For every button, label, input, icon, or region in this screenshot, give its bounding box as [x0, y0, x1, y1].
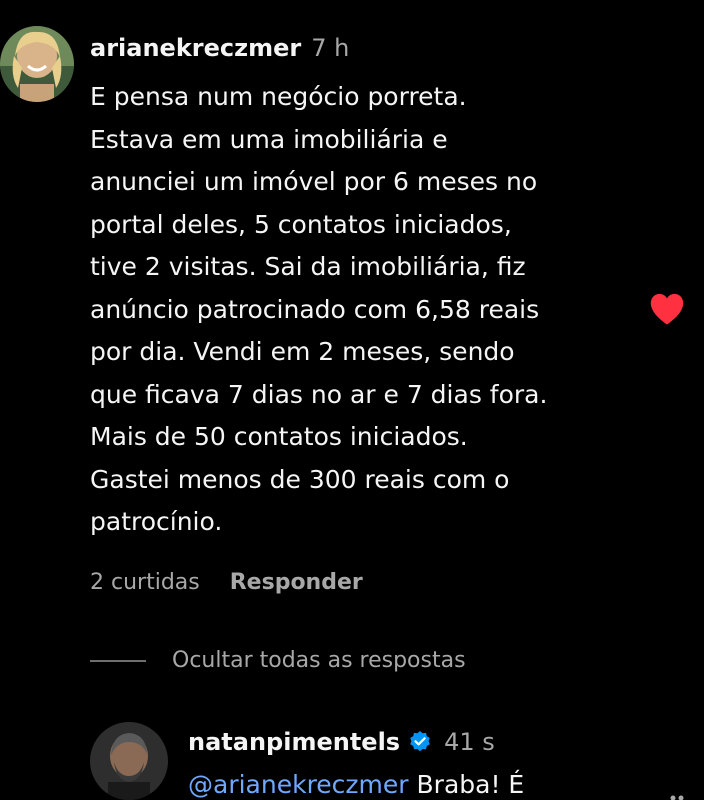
divider-line	[90, 659, 146, 662]
avatar[interactable]	[0, 26, 74, 102]
reply-avatar-photo	[90, 722, 168, 800]
comment-header: arianekreczmer 7 h	[90, 34, 349, 66]
hide-replies-button[interactable]: Ocultar todas as respostas	[90, 648, 466, 673]
reply-body: @arianekreczmer Braba! É	[188, 770, 524, 799]
reply-timestamp: 41 s	[444, 728, 495, 756]
mention-link[interactable]: @arianekreczmer	[188, 770, 409, 799]
reply-header: natanpimentels 41 s	[188, 728, 495, 756]
like-button[interactable]	[648, 292, 686, 326]
comment-body: E pensa num negócio porreta. Estava em u…	[90, 82, 548, 536]
reply-avatar[interactable]	[90, 722, 168, 800]
hide-replies-label: Ocultar todas as respostas	[172, 648, 466, 673]
verified-badge-icon	[410, 731, 430, 752]
comment-username[interactable]: arianekreczmer	[90, 34, 301, 62]
reply-text: Braba! É	[408, 770, 525, 799]
reply-button[interactable]: Responder	[230, 570, 363, 595]
likes-count[interactable]: 2 curtidas	[90, 570, 200, 595]
comment-actions: 2 curtidas Responder	[90, 570, 363, 595]
more-options-icon[interactable]	[668, 790, 690, 800]
avatar-photo	[0, 26, 74, 102]
heart-icon	[650, 293, 684, 325]
reply-username[interactable]: natanpimentels	[188, 728, 400, 756]
comment-timestamp: 7 h	[311, 34, 350, 62]
